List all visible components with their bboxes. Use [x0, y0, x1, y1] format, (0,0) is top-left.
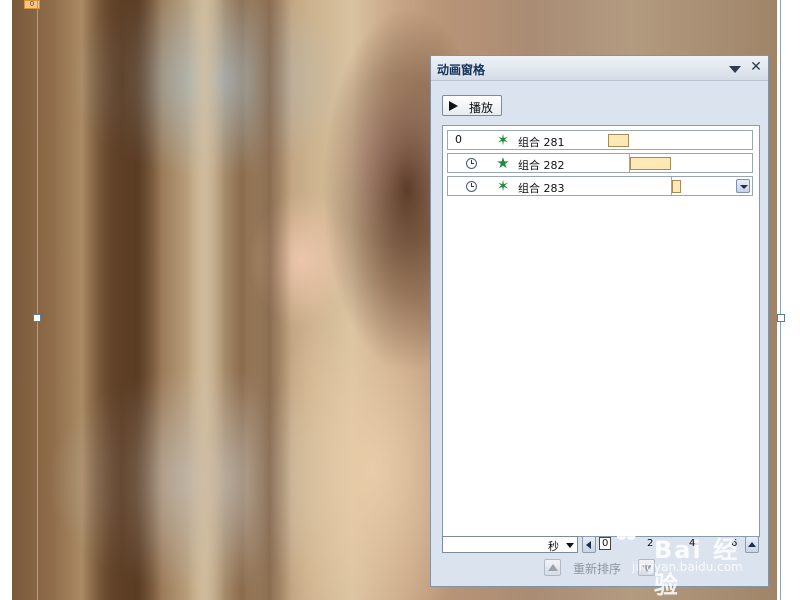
resize-handle-left[interactable] — [33, 314, 41, 322]
pane-header: 动画窗格 ✕ — [431, 56, 768, 81]
time-unit-value: 秒 — [548, 540, 559, 553]
clock-icon — [466, 158, 477, 169]
timing-bar[interactable] — [672, 180, 681, 193]
item-options-dropdown[interactable] — [736, 179, 750, 193]
play-button[interactable]: 播放 — [442, 95, 502, 116]
animation-item[interactable]: ✶ 组合 283 — [447, 176, 753, 196]
timing-bar[interactable] — [608, 134, 629, 147]
motion-star-icon: ✶ — [496, 131, 510, 149]
pane-title: 动画窗格 — [437, 63, 486, 77]
watermark-url: jingyan.baidu.com — [632, 560, 743, 574]
paw-logo-icon: ✿ — [612, 509, 641, 549]
selection-border-left — [37, 0, 38, 600]
animation-item-index: 0 — [455, 133, 462, 146]
time-unit-select[interactable]: 秒 — [442, 536, 578, 553]
play-button-label: 播放 — [469, 101, 494, 115]
animation-item-name: 组合 281 — [518, 136, 565, 149]
animation-list: 0 ✶ 组合 281 ★ 组合 282 ✶ 组合 283 — [442, 125, 760, 537]
photo-tree-trunk — [82, 0, 162, 600]
selection-border-right — [780, 0, 781, 600]
clock-icon — [466, 181, 477, 192]
animation-pane: 动画窗格 ✕ 播放 0 ✶ 组合 281 ★ 组合 282 ✶ 组合 283 秒… — [430, 55, 769, 587]
photo-tree-trunk — [187, 0, 225, 600]
animation-item-name: 组合 283 — [518, 182, 565, 195]
move-up-button[interactable] — [544, 559, 561, 576]
dropdown-arrow-icon[interactable] — [729, 66, 741, 73]
close-icon[interactable]: ✕ — [749, 60, 763, 74]
chevron-down-icon — [566, 543, 574, 548]
spin-star-icon: ★ — [496, 154, 510, 172]
animation-item[interactable]: 0 ✶ 组合 281 — [447, 130, 753, 150]
timeline-scroll-left-button[interactable] — [582, 536, 596, 553]
play-icon — [449, 101, 458, 111]
baidu-watermark: ✿ Bai 经验 jingyan.baidu.com — [612, 509, 762, 599]
timing-bar[interactable] — [630, 157, 671, 170]
timeline-tick: 0 — [599, 537, 612, 550]
photo-tree-trunk — [247, 0, 292, 600]
resize-handle-right[interactable] — [777, 314, 785, 322]
motion-star-icon: ✶ — [496, 177, 510, 195]
animation-item[interactable]: ★ 组合 282 — [447, 153, 753, 173]
animation-item-name: 组合 282 — [518, 159, 565, 172]
